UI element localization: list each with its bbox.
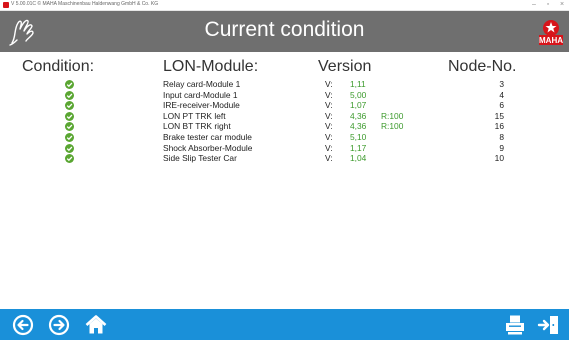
header-bar: Current condition MAHA [0,11,569,52]
module-list: Relay card-Module 1 V: 1,11 3 Input card… [0,79,569,164]
list-item: LON BT TRK right V: 4,36 R:100 16 [0,121,569,132]
node-number: 4 [499,89,504,100]
version-label: V: [325,89,333,100]
version-label: V: [325,131,333,142]
version-label: V: [325,110,333,121]
arrow-left-circle-icon[interactable] [11,313,35,337]
module-name: Shock Absorber-Module [163,142,253,153]
list-item: Shock Absorber-Module V: 1,17 9 [0,143,569,154]
list-item: Input card-Module 1 V: 5,00 4 [0,90,569,101]
version-label: V: [325,121,333,132]
printer-icon[interactable] [503,313,527,337]
list-item: Brake tester car module V: 5,10 8 [0,132,569,143]
status-ok-icon [65,122,74,132]
node-number: 16 [494,121,504,132]
column-header-node: Node-No. [448,58,517,75]
exit-door-icon[interactable] [537,313,561,337]
minimize-icon[interactable]: – [527,0,541,10]
status-ok-icon [65,111,74,121]
node-number: 15 [494,110,504,121]
node-number: 9 [499,142,504,153]
home-icon[interactable] [84,313,108,337]
node-number: 8 [499,131,504,142]
list-item: Relay card-Module 1 V: 1,11 3 [0,79,569,90]
column-header-condition: Condition: [22,58,95,75]
version-label: V: [325,153,333,164]
column-header-module: LON-Module: [163,58,259,75]
revision-value: R:100 [381,110,404,121]
list-item: IRE-receiver-Module V: 1,07 6 [0,100,569,111]
module-name: IRE-receiver-Module [163,100,240,111]
version-value: 1,11 [350,79,366,89]
column-header-version: Version [318,58,372,75]
status-ok-icon [65,154,74,164]
app-icon [3,2,9,8]
module-name: Relay card-Module 1 [163,79,241,89]
svg-text:MAHA: MAHA [539,36,563,45]
module-name: Side Slip Tester Car [163,153,237,164]
version-value: 4,36 [350,110,367,121]
page-title: Current condition [204,18,365,41]
status-ok-icon [65,143,74,153]
status-ok-icon [65,90,74,100]
version-label: V: [325,79,333,89]
arrow-right-circle-icon[interactable] [47,313,71,337]
status-ok-icon [65,101,74,111]
window-title: V 5.00.01C © MAHA Maschinenbau Haldenwan… [11,1,159,7]
list-item: Side Slip Tester Car V: 1,04 10 [0,153,569,164]
version-value: 1,04 [350,153,367,164]
list-item: LON PT TRK left V: 4,36 R:100 15 [0,111,569,122]
node-number: 6 [499,100,504,111]
module-name: LON PT TRK left [163,110,226,121]
window-titlebar: V 5.00.01C © MAHA Maschinenbau Haldenwan… [0,0,569,11]
module-name: Brake tester car module [163,131,252,142]
node-number: 3 [499,79,504,89]
status-ok-icon [65,132,74,142]
close-icon[interactable]: × [555,0,569,10]
version-label: V: [325,100,333,111]
module-name: Input card-Module 1 [163,89,238,100]
node-number: 10 [494,153,504,164]
footer-toolbar [0,309,569,340]
version-value: 4,36 [350,121,367,132]
version-value: 1,07 [350,100,367,111]
version-value: 5,10 [350,131,367,142]
module-name: LON BT TRK right [163,121,231,132]
version-value: 1,17 [350,142,367,153]
version-value: 5,00 [350,89,367,100]
maha-logo: MAHA [539,20,563,45]
revision-value: R:100 [381,121,404,132]
maximize-icon[interactable]: ▫ [541,0,555,10]
status-ok-icon [65,80,74,89]
version-label: V: [325,142,333,153]
